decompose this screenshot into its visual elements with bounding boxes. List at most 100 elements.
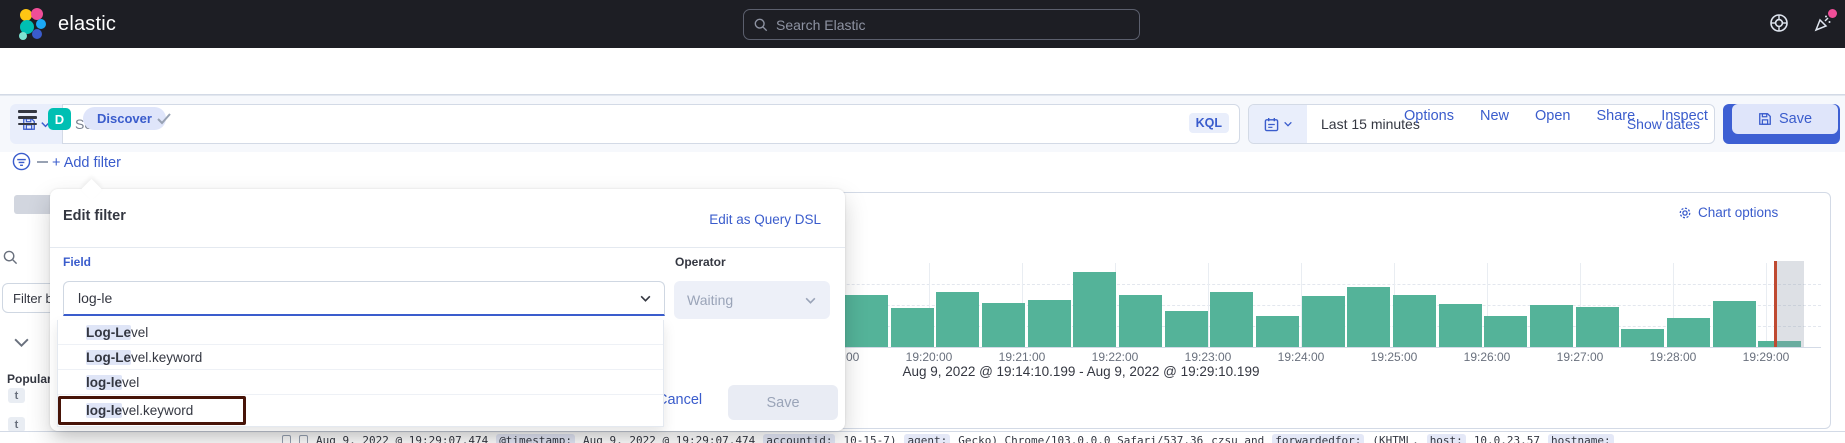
field-type-icon: t <box>8 417 25 432</box>
field-search-icon[interactable] <box>3 250 18 270</box>
field-name-badge: accountid: <box>763 434 835 443</box>
field-name-badge: agent: <box>904 434 950 443</box>
histogram-bar[interactable] <box>845 295 888 347</box>
global-search-input[interactable]: Search Elastic <box>743 9 1140 40</box>
field-option-Log-Level.keyword[interactable]: Log-Level.keyword <box>58 345 663 370</box>
breadcrumb[interactable]: Discover <box>83 107 166 130</box>
add-filter-button[interactable]: + Add filter <box>52 155 121 171</box>
edit-as-query-dsl-link[interactable]: Edit as Query DSL <box>709 212 821 227</box>
nav-link-open[interactable]: Open <box>1535 108 1570 124</box>
discover-page: elastic Search Elastic <box>0 0 1845 443</box>
nav-link-share[interactable]: Share <box>1596 108 1635 124</box>
field-name-badge: @timestamp: <box>496 434 575 443</box>
save-icon <box>1758 112 1772 126</box>
histogram-bar[interactable] <box>1393 295 1436 347</box>
histogram-bar[interactable] <box>1576 307 1619 347</box>
x-tick-label: 19:23:00 <box>1173 350 1243 364</box>
menu-icon[interactable] <box>18 110 37 125</box>
collapse-chevron-icon[interactable] <box>13 336 30 354</box>
expand-row-icon[interactable] <box>299 435 308 443</box>
histogram-bar[interactable] <box>1621 329 1664 347</box>
histogram-bar[interactable] <box>1713 301 1756 347</box>
search-icon <box>754 18 768 32</box>
x-tick-label: 19:26:00 <box>1452 350 1522 364</box>
field-combobox-value: log-le <box>78 290 112 306</box>
app-nav-bar: D Discover OptionsNewOpenShareInspect Sa… <box>0 48 1845 95</box>
elastic-logo-icon <box>14 6 48 42</box>
x-tick-label: 19:20:00 <box>894 350 964 364</box>
histogram-bar[interactable] <box>1256 316 1299 347</box>
filter-menu-icon[interactable] <box>12 152 31 176</box>
field-combobox[interactable]: log-le <box>63 281 665 316</box>
histogram-bar[interactable] <box>1347 287 1390 347</box>
kql-language-button[interactable]: KQL <box>1189 113 1229 133</box>
x-tick-label: 19:24:00 <box>1266 350 1336 364</box>
field-value-text: Aug 9, 2022 @ 19:29:07.474 <box>316 434 488 443</box>
nav-link-new[interactable]: New <box>1480 108 1509 124</box>
newsfeed-icon[interactable] <box>1813 13 1833 38</box>
option-rest-text: vel.keyword <box>131 350 202 365</box>
x-tick-label: 19:28:00 <box>1638 350 1708 364</box>
histogram-bar[interactable] <box>1667 318 1710 347</box>
histogram-bar[interactable] <box>1165 311 1208 347</box>
option-matched-text: Log-Le <box>86 325 131 340</box>
x-tick-label: 19:25:00 <box>1359 350 1429 364</box>
popover-divider <box>50 247 845 248</box>
current-bucket-zone <box>1775 261 1804 347</box>
field-option-log-level[interactable]: log-level <box>58 370 663 395</box>
option-matched-text: Log-Le <box>86 350 131 365</box>
x-tick-label: 19:21:00 <box>987 350 1057 364</box>
field-option-log-level.keyword[interactable]: log-level.keyword <box>58 395 663 426</box>
space-avatar[interactable]: D <box>48 108 71 130</box>
operator-label: Operator <box>675 255 726 269</box>
field-suggestions-list: Log-LevelLog-Level.keywordlog-levellog-l… <box>57 320 664 427</box>
histogram-bar[interactable] <box>1484 316 1527 347</box>
option-matched-text: log-le <box>86 375 122 390</box>
histogram-bar[interactable] <box>936 292 979 347</box>
field-name-badge: host: <box>1427 434 1466 443</box>
check-icon[interactable] <box>156 112 172 131</box>
chevron-down-icon <box>1283 119 1293 129</box>
save-button[interactable]: Save <box>1732 104 1838 134</box>
nav-link-options[interactable]: Options <box>1404 108 1454 124</box>
chart-options-button[interactable]: Chart options <box>1678 205 1778 220</box>
operator-combobox-disabled[interactable]: Waiting <box>674 281 830 319</box>
filter-save-button-disabled[interactable]: Save <box>728 385 838 420</box>
filter-bar-divider <box>37 161 48 163</box>
global-search-placeholder: Search Elastic <box>776 17 865 33</box>
field-value-text: Gecko) Chrome/103.0.0.0 Safari/537.36 <box>958 434 1203 443</box>
field-value-text: czsu and <box>1211 434 1264 443</box>
v-gridline <box>1208 263 1209 347</box>
field-value-text: (KHTML, <box>1372 434 1418 443</box>
operator-placeholder: Waiting <box>687 292 733 308</box>
save-button-label: Save <box>1779 111 1812 127</box>
brand-name: elastic <box>58 13 116 36</box>
expand-row-icon[interactable] <box>282 435 291 443</box>
calendar-icon <box>1264 117 1279 132</box>
query-search-input[interactable]: Search KQL <box>62 104 1240 144</box>
histogram-bar[interactable] <box>1302 296 1345 347</box>
histogram-bar[interactable] <box>982 303 1025 347</box>
gear-icon <box>1678 206 1692 220</box>
histogram-bar[interactable] <box>1210 292 1253 347</box>
elastic-logo[interactable]: elastic <box>14 6 116 42</box>
table-top-border <box>0 431 1845 432</box>
option-rest-text: vel <box>131 325 148 340</box>
popover-title: Edit filter <box>63 208 126 224</box>
nav-link-inspect[interactable]: Inspect <box>1661 108 1708 124</box>
histogram-bar[interactable] <box>1073 272 1116 347</box>
field-name-badge: hostname: <box>1548 434 1614 443</box>
histogram-bar[interactable] <box>1439 304 1482 347</box>
chevron-down-icon[interactable] <box>639 292 652 308</box>
help-icon[interactable] <box>1769 13 1789 38</box>
document-table-row[interactable]: Aug 9, 2022 @ 19:29:07.474 @timestamp: Aug… <box>282 434 1845 443</box>
date-quick-select-button[interactable] <box>1249 105 1307 143</box>
histogram-bar[interactable] <box>1028 300 1071 347</box>
histogram-bar[interactable] <box>1530 305 1573 347</box>
histogram-bar[interactable] <box>891 308 934 347</box>
field-value-text: Aug 9, 2022 @ 19:29:07.474 <box>583 434 755 443</box>
field-value-text: 10.0.23.57 <box>1474 434 1540 443</box>
field-option-Log-Level[interactable]: Log-Level <box>58 320 663 345</box>
field-type-icon: t <box>8 388 25 403</box>
histogram-bar[interactable] <box>1119 295 1162 347</box>
